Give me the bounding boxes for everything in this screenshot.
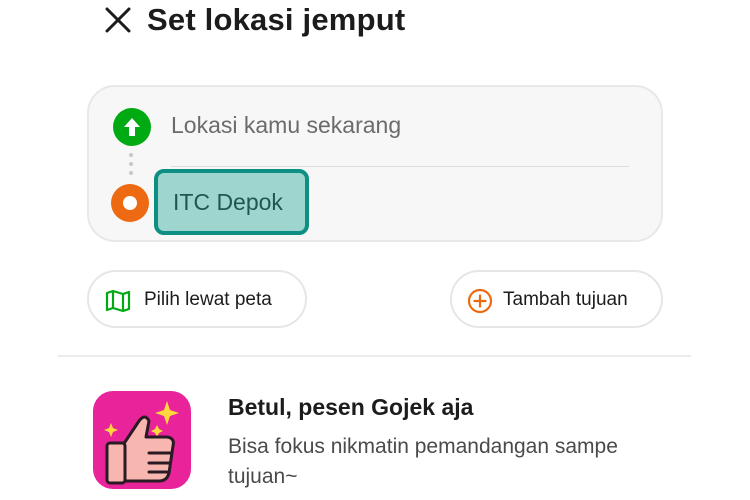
route-connector-dots	[128, 153, 134, 179]
destination-input[interactable]: ITC Depok	[154, 169, 309, 235]
thumbs-up-sparkle-icon	[93, 391, 191, 489]
promo-title: Betul, pesen Gojek aja	[228, 394, 474, 420]
section-divider	[58, 355, 691, 357]
destination-value: ITC Depok	[173, 189, 283, 215]
set-pickup-screen: Set lokasi jemput Lokasi kamu sekarang I…	[0, 0, 750, 500]
destination-dot-icon	[111, 184, 149, 222]
location-card: Lokasi kamu sekarang ITC Depok	[87, 85, 663, 242]
choose-on-map-button[interactable]: Pilih lewat peta	[87, 270, 307, 328]
choose-on-map-label: Pilih lewat peta	[144, 289, 272, 310]
plus-circle-icon	[467, 288, 493, 314]
add-destination-label: Tambah tujuan	[503, 289, 628, 310]
page-title: Set lokasi jemput	[147, 2, 406, 37]
close-button[interactable]	[102, 4, 134, 36]
add-destination-button[interactable]: Tambah tujuan	[450, 270, 663, 328]
close-icon	[105, 7, 131, 33]
promo-subtitle: Bisa fokus nikmatin pemandangan sampe tu…	[228, 435, 618, 488]
arrow-up-icon	[113, 108, 151, 146]
map-icon	[105, 289, 131, 313]
pickup-location-input[interactable]: Lokasi kamu sekarang	[171, 109, 401, 141]
field-divider	[171, 166, 629, 167]
